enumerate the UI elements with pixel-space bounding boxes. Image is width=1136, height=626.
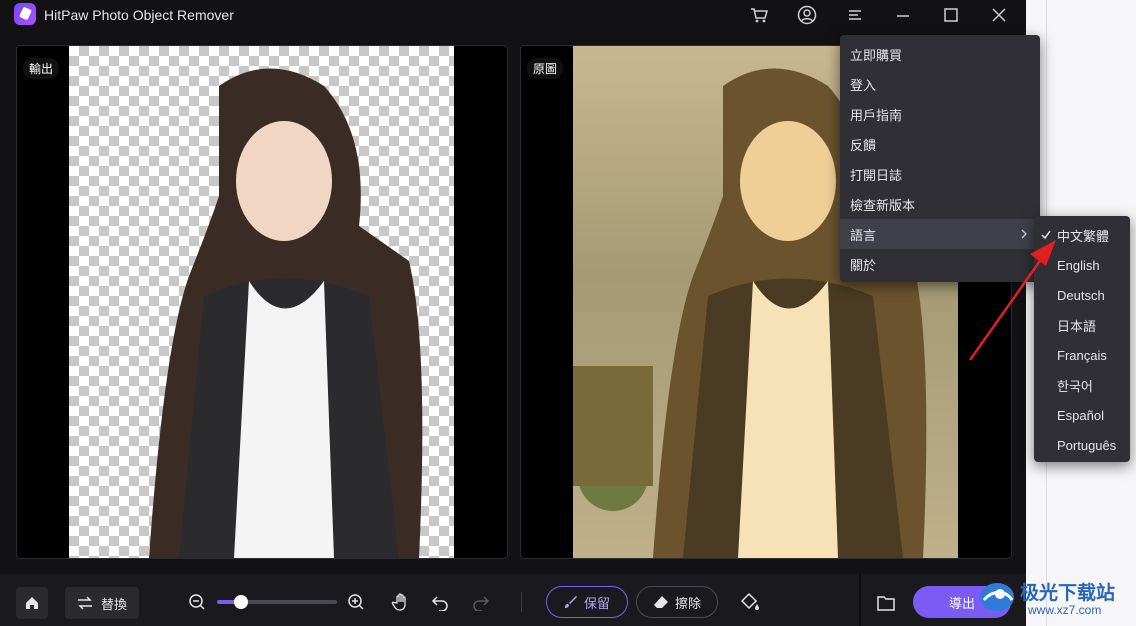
maximize-icon[interactable]	[940, 4, 962, 26]
language-option-label: 한국어	[1057, 378, 1093, 394]
language-option-label: 日本語	[1057, 318, 1097, 334]
title-bar: HitPaw Photo Object Remover	[0, 0, 1026, 30]
language-option-label: English	[1057, 257, 1100, 273]
replace-button[interactable]: 替換	[65, 587, 139, 619]
menu-item-open-log[interactable]: 打開日誌	[840, 159, 1040, 189]
minimize-icon[interactable]	[892, 4, 914, 26]
toolbar-divider	[521, 592, 522, 612]
language-option-label: Français	[1057, 347, 1107, 363]
keep-button[interactable]: 保留	[546, 586, 628, 618]
menu-item-label: 用戶指南	[850, 107, 903, 123]
fill-bucket-icon[interactable]	[739, 592, 761, 612]
menu-item-label: 反饋	[850, 137, 877, 153]
menu-item-label: 語言	[850, 227, 877, 243]
hand-pan-icon[interactable]	[391, 592, 411, 612]
watermark-logo-icon	[980, 583, 1014, 611]
menu-item-check-update[interactable]: 檢查新版本	[840, 189, 1040, 219]
watermark-url: www.xz7.com	[1028, 603, 1102, 617]
erase-button[interactable]: 擦除	[636, 586, 718, 618]
folder-icon	[877, 596, 895, 611]
menu-item-label: 立即購買	[850, 47, 903, 63]
home-button[interactable]	[16, 587, 48, 619]
language-option-label: Português	[1057, 437, 1117, 453]
menu-item-buy-now[interactable]: 立即購買	[840, 39, 1040, 69]
home-icon	[26, 597, 38, 609]
chevron-right-icon	[1021, 229, 1027, 239]
menu-item-label: 登入	[850, 77, 877, 93]
language-submenu: 中文繁體 English Deutsch 日本語 Français 한국어 Español P…	[1034, 216, 1130, 462]
output-subject-image	[149, 68, 423, 558]
menu-item-feedback[interactable]: 反饋	[840, 129, 1040, 159]
language-option[interactable]: 日本語	[1034, 310, 1130, 340]
replace-label: 替換	[100, 596, 127, 612]
menu-item-about[interactable]: 關於	[840, 249, 1040, 279]
language-option[interactable]: Français	[1034, 340, 1130, 370]
menu-item-label: 關於	[850, 257, 877, 273]
account-icon[interactable]	[796, 4, 818, 26]
eraser-icon	[653, 596, 668, 608]
original-label: 原圖	[527, 58, 564, 79]
brush-icon	[564, 596, 577, 608]
app-logo-icon	[14, 3, 36, 25]
watermark-name: 极光下载站	[1020, 583, 1116, 604]
zoom-slider[interactable]	[217, 595, 337, 609]
menu-icon[interactable]	[844, 4, 866, 26]
language-option[interactable]: Español	[1034, 400, 1130, 430]
undo-icon[interactable]	[431, 593, 449, 611]
language-option-label: Deutsch	[1057, 287, 1105, 303]
checkmark-icon	[1041, 230, 1051, 240]
bottom-toolbar: 替換 保留 擦除 導出	[0, 574, 1026, 626]
menu-item-login[interactable]: 登入	[840, 69, 1040, 99]
zoom-slider-handle[interactable]	[234, 595, 248, 609]
language-option[interactable]: 한국어	[1034, 370, 1130, 400]
menu-item-label: 打開日誌	[850, 167, 903, 183]
toolbar-separator	[859, 574, 861, 626]
redo-icon[interactable]	[472, 593, 490, 611]
zoom-in-icon[interactable]	[347, 593, 365, 611]
language-option-label: Español	[1057, 407, 1104, 423]
output-panel: 輸出	[16, 45, 508, 559]
main-dropdown-menu: 立即購買登入用戶指南反饋打開日誌檢查新版本語言關於	[840, 35, 1040, 282]
zoom-out-icon[interactable]	[188, 593, 206, 611]
close-icon[interactable]	[988, 4, 1010, 26]
menu-item-label: 檢查新版本	[850, 197, 916, 213]
keep-label: 保留	[583, 595, 610, 611]
swap-icon	[77, 596, 92, 610]
watermark: 极光下载站 www.xz7.com	[972, 576, 1132, 620]
language-option[interactable]: English	[1034, 250, 1130, 280]
language-option-label: 中文繁體	[1057, 228, 1110, 244]
language-option[interactable]: Deutsch	[1034, 280, 1130, 310]
menu-item-user-guide[interactable]: 用戶指南	[840, 99, 1040, 129]
language-option[interactable]: Português	[1034, 430, 1130, 460]
cart-icon[interactable]	[748, 4, 770, 26]
erase-label: 擦除	[674, 595, 701, 611]
menu-item-language[interactable]: 語言	[840, 219, 1040, 249]
app-title: HitPaw Photo Object Remover	[44, 7, 234, 23]
language-option[interactable]: 中文繁體	[1034, 220, 1130, 250]
output-label: 輸出	[23, 58, 60, 79]
open-folder-button[interactable]	[870, 587, 902, 619]
